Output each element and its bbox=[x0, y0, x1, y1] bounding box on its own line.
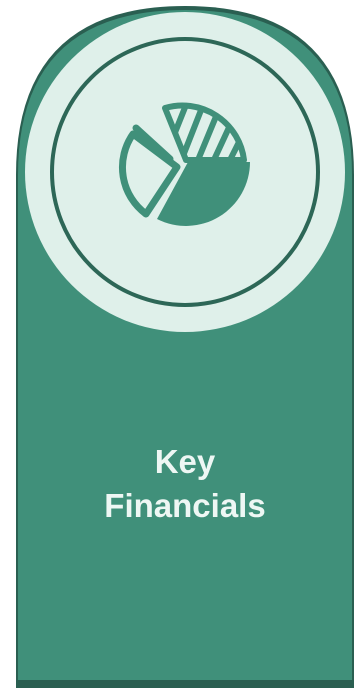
pie-chart-icon bbox=[118, 102, 250, 226]
title-line-2: Financials bbox=[104, 487, 266, 524]
title-line-1: Key bbox=[154, 443, 216, 480]
card-title: Key Financials bbox=[16, 440, 354, 528]
key-financials-card[interactable]: Key Financials bbox=[0, 0, 354, 688]
